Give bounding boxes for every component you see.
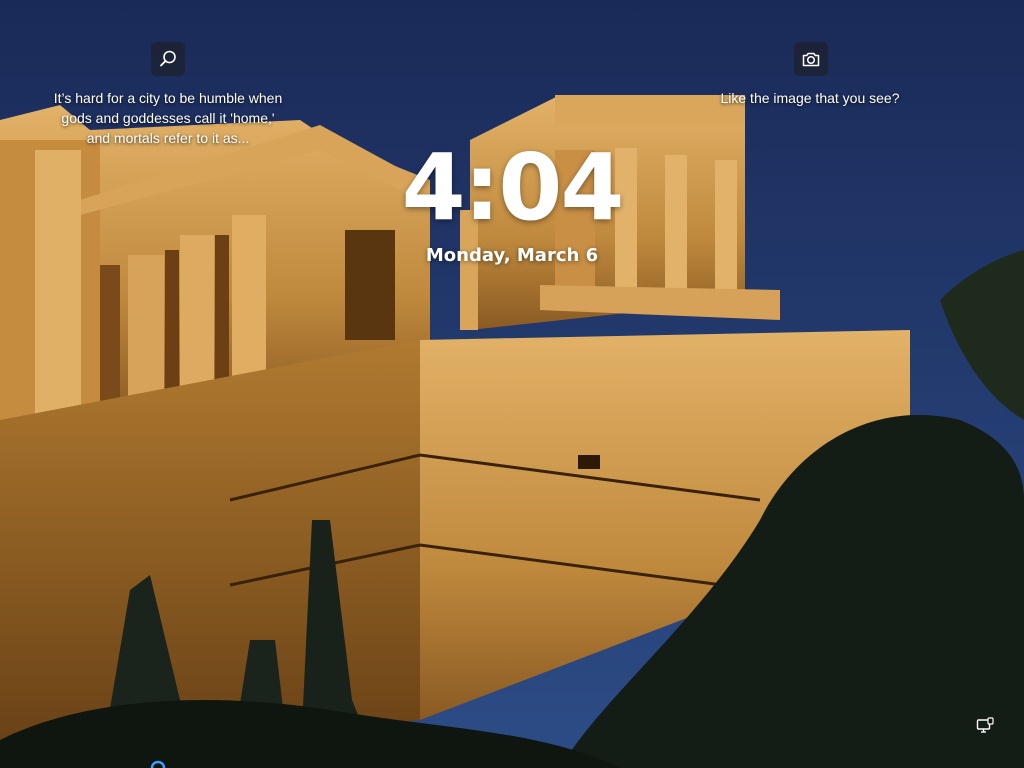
network-icon[interactable] xyxy=(976,717,994,735)
camera-icon xyxy=(802,52,820,67)
partial-indicator-icon xyxy=(150,760,166,768)
spotlight-fact-line-2: gods and goddesses call it 'home,' xyxy=(61,110,275,126)
camera-button[interactable] xyxy=(794,42,828,76)
spotlight-like-prompt[interactable]: Like the image that you see? xyxy=(700,88,920,108)
lockscreen: It’s hard for a city to be humble when g… xyxy=(0,0,1024,768)
spotlight-fact-line-1: It’s hard for a city to be humble when xyxy=(53,90,283,106)
search-icon xyxy=(160,50,176,67)
lockscreen-date: Monday, March 6 xyxy=(425,245,599,266)
search-button[interactable] xyxy=(151,42,185,76)
lockscreen-time: 4:04 xyxy=(401,134,625,241)
